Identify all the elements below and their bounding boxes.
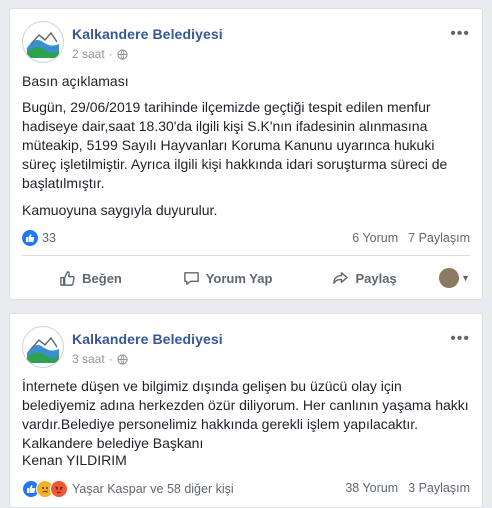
engagement-counts: 6 Yorum 7 Paylaşım: [352, 231, 470, 245]
share-icon: [333, 271, 349, 284]
more-options-icon[interactable]: •••: [450, 330, 470, 348]
user-avatar: [439, 268, 460, 288]
page-logo[interactable]: [22, 21, 64, 63]
page-name[interactable]: Kalkandere Belediyesi: [72, 26, 223, 42]
thumbs-up-icon: [60, 270, 75, 286]
divider: [22, 255, 470, 256]
page-name[interactable]: Kalkandere Belediyesi: [72, 331, 223, 347]
more-options-icon[interactable]: •••: [450, 25, 470, 43]
post-body: Bugün, 29/06/2019 tarihinde ilçemizde ge…: [22, 99, 448, 191]
post-meta: 2 saat ·: [72, 47, 128, 61]
globe-icon: [117, 353, 128, 365]
share-button[interactable]: Paylaş: [296, 270, 433, 287]
reactions-summary[interactable]: Yaşar Kaspar ve 58 diğer kişi: [22, 480, 234, 498]
globe-icon: [117, 48, 128, 60]
post-card: Kalkandere Belediyesi 2 saat · ••• Basın…: [9, 8, 483, 300]
angry-reaction-icon: [50, 480, 68, 498]
like-reaction-icon: [22, 230, 38, 246]
comment-icon: [183, 271, 199, 285]
engagement-counts: 38 Yorum 3 Paylaşım: [345, 481, 470, 495]
page-logo[interactable]: [22, 326, 64, 368]
reactions-summary[interactable]: 33: [22, 230, 56, 246]
comment-count[interactable]: 38 Yorum: [345, 481, 398, 495]
post-as-selector[interactable]: ▼: [433, 268, 470, 288]
action-bar: Beğen Yorum Yap Paylaş ▼: [22, 265, 470, 291]
comment-count[interactable]: 6 Yorum: [352, 231, 398, 245]
chevron-down-icon: ▼: [461, 273, 471, 283]
post-signature-name: Kenan YILDIRIM: [22, 452, 127, 468]
post-card: Kalkandere Belediyesi 3 saat · ••• İnter…: [9, 313, 483, 508]
reaction-names: Yaşar Kaspar ve 58 diğer kişi: [72, 482, 234, 496]
comment-label: Yorum Yap: [205, 270, 273, 286]
share-count[interactable]: 7 Paylaşım: [408, 231, 470, 245]
comment-button[interactable]: Yorum Yap: [159, 270, 296, 287]
post-time[interactable]: 3 saat: [72, 352, 105, 366]
post-closing: Kamuoyuna saygıyla duyurulur.: [22, 202, 218, 218]
reaction-count: 33: [42, 231, 56, 245]
post-body: İnternete düşen ve bilgimiz dışında geli…: [22, 378, 469, 432]
like-label: Beğen: [82, 270, 122, 286]
share-label: Paylaş: [355, 270, 397, 286]
post-meta: 3 saat ·: [72, 352, 128, 366]
post-heading: Basın açıklaması: [22, 73, 129, 89]
post-time[interactable]: 2 saat: [72, 47, 105, 61]
like-button[interactable]: Beğen: [22, 270, 159, 287]
share-count[interactable]: 3 Paylaşım: [408, 481, 470, 495]
